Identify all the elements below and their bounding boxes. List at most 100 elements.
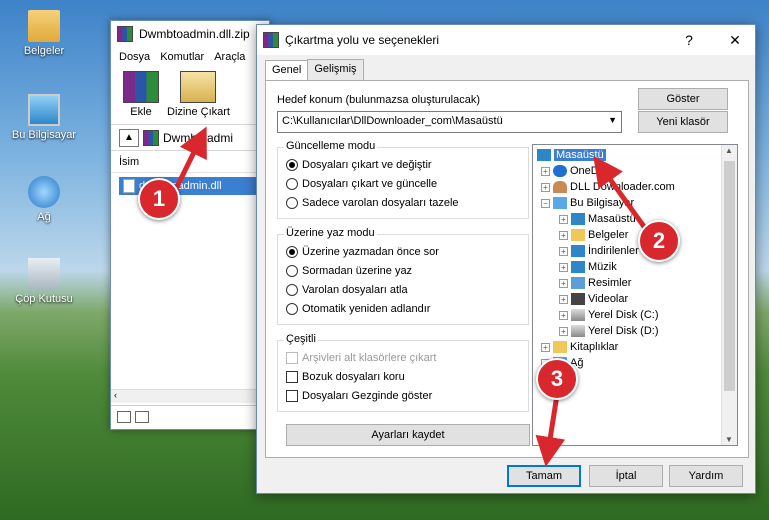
expand-icon[interactable]: + bbox=[559, 214, 568, 224]
tree-item-pictures[interactable]: + Resimler bbox=[559, 275, 631, 291]
tree-item-disk-d[interactable]: + Yerel Disk (D:) bbox=[559, 323, 659, 339]
archive-menu-bar: Dosya Komutlar Araçla bbox=[111, 47, 269, 67]
update-mode-group: Güncelleme modu Dosyaları çıkart ve deği… bbox=[277, 140, 529, 219]
tree-item-label: OneDrive bbox=[570, 165, 617, 177]
horizontal-scrollbar[interactable]: ‹ bbox=[111, 389, 269, 403]
tree-item-libraries[interactable]: + Kitaplıklar bbox=[541, 339, 618, 355]
cloud-icon bbox=[553, 165, 567, 177]
tree-item-disk-c[interactable]: + Yerel Disk (C:) bbox=[559, 307, 659, 323]
radio[interactable] bbox=[286, 264, 298, 277]
chevron-down-icon[interactable]: ▼ bbox=[608, 115, 617, 125]
tree-item-label: Resimler bbox=[588, 277, 632, 289]
tree-scrollbar[interactable]: ▲ ▼ bbox=[721, 145, 737, 445]
close-icon[interactable]: ✕ bbox=[715, 25, 755, 55]
desktop-icon-recycle-bin[interactable]: Çöp Kutusu bbox=[6, 258, 82, 305]
desktop-icon-network[interactable]: Ağ bbox=[6, 176, 82, 223]
expand-icon[interactable]: + bbox=[541, 182, 550, 192]
show-button[interactable]: Göster bbox=[638, 88, 728, 110]
checkbox bbox=[286, 351, 298, 364]
collapse-icon[interactable]: − bbox=[541, 198, 550, 208]
help-title-button[interactable]: ? bbox=[669, 25, 709, 55]
expand-icon[interactable]: + bbox=[559, 326, 568, 336]
expand-icon[interactable]: + bbox=[541, 342, 550, 352]
overwrite-option-ask[interactable]: Üzerine yazmadan önce sor bbox=[278, 242, 528, 261]
tree-item-downloads[interactable]: + İndirilenler bbox=[559, 243, 639, 259]
tree-item-pc-desktop[interactable]: + Masaüstü bbox=[559, 211, 636, 227]
radio[interactable] bbox=[286, 302, 298, 315]
computer-icon bbox=[28, 94, 60, 126]
archive-title-bar: Dwmbtoadmin.dll.zip bbox=[111, 21, 269, 47]
expand-icon[interactable]: + bbox=[559, 310, 568, 320]
tree-item-desktop[interactable]: Masaüstü bbox=[537, 147, 606, 163]
up-folder-button[interactable]: ▲ bbox=[119, 128, 139, 147]
tree-item-this-pc[interactable]: − Bu Bilgisayar bbox=[541, 195, 634, 211]
desktop-icon-computer[interactable]: Bu Bilgisayar bbox=[6, 94, 82, 141]
tree-item-label: DLL Downloader.com bbox=[570, 181, 675, 193]
tree-item-user[interactable]: + DLL Downloader.com bbox=[541, 179, 675, 195]
tree-item-music[interactable]: + Müzik bbox=[559, 259, 617, 275]
step-2-marker: 2 bbox=[638, 220, 680, 262]
expand-icon[interactable]: + bbox=[559, 230, 568, 240]
radio[interactable] bbox=[286, 283, 298, 296]
archive-toolbar: Ekle Dizine Çıkart bbox=[111, 67, 269, 125]
extract-to-button-label: Dizine Çıkart bbox=[167, 106, 230, 118]
target-path-value: C:\Kullanıcılar\DllDownloader_com\Masaüs… bbox=[282, 115, 503, 127]
archive-path-icon bbox=[143, 129, 159, 146]
archive-window: Dwmbtoadmin.dll.zip Dosya Komutlar Araçl… bbox=[110, 20, 270, 430]
misc-title: Çeşitli bbox=[284, 333, 318, 345]
menu-item-file[interactable]: Dosya bbox=[119, 51, 150, 63]
expand-icon[interactable]: + bbox=[541, 166, 550, 176]
scroll-up-icon[interactable]: ▲ bbox=[725, 146, 733, 155]
expand-icon[interactable]: + bbox=[559, 278, 568, 288]
tree-item-documents[interactable]: + Belgeler bbox=[559, 227, 628, 243]
dll-file-icon bbox=[123, 179, 135, 193]
misc-option-show-explorer[interactable]: Dosyaları Gezginde göster bbox=[278, 386, 528, 405]
save-settings-button[interactable]: Ayarları kaydet bbox=[286, 424, 530, 446]
update-option-fresh[interactable]: Sadece varolan dosyaları tazele bbox=[278, 193, 528, 212]
checkbox[interactable] bbox=[286, 389, 298, 402]
update-option-replace[interactable]: Dosyaları çıkart ve değiştir bbox=[278, 155, 528, 174]
option-label: Otomatik yeniden adlandır bbox=[302, 302, 431, 315]
help-button[interactable]: Yardım bbox=[669, 465, 743, 487]
tree-item-label: Bu Bilgisayar bbox=[570, 197, 635, 209]
misc-option-keep-broken[interactable]: Bozuk dosyaları koru bbox=[278, 367, 528, 386]
drive-icon bbox=[571, 325, 585, 337]
drive-icon bbox=[117, 411, 131, 423]
cancel-button[interactable]: İptal bbox=[589, 465, 663, 487]
archive-path[interactable]: Dwmbtoadmi bbox=[163, 131, 233, 145]
scrollbar-thumb[interactable] bbox=[724, 161, 735, 391]
winrar-icon bbox=[117, 26, 133, 42]
folder-tree[interactable]: Masaüstü + OneDrive + DLL Downloader.com… bbox=[532, 144, 738, 446]
ok-button[interactable]: Tamam bbox=[507, 465, 581, 487]
overwrite-option-skip[interactable]: Varolan dosyaları atla bbox=[278, 280, 528, 299]
expand-icon[interactable]: + bbox=[559, 294, 568, 304]
overwrite-option-overwrite[interactable]: Sormadan üzerine yaz bbox=[278, 261, 528, 280]
tab-advanced[interactable]: Gelişmiş bbox=[307, 59, 364, 80]
dialog-title: Çıkartma yolu ve seçenekleri bbox=[285, 33, 440, 47]
option-label: Sadece varolan dosyaları tazele bbox=[302, 196, 459, 209]
column-header-name[interactable]: İsim bbox=[111, 151, 269, 173]
desktop-icon-documents[interactable]: Belgeler bbox=[6, 10, 82, 57]
target-path-combo[interactable]: C:\Kullanıcılar\DllDownloader_com\Masaüs… bbox=[277, 111, 622, 133]
radio[interactable] bbox=[286, 177, 298, 190]
overwrite-option-rename[interactable]: Otomatik yeniden adlandır bbox=[278, 299, 528, 318]
expand-icon[interactable]: + bbox=[559, 262, 568, 272]
radio[interactable] bbox=[286, 196, 298, 209]
scroll-down-icon[interactable]: ▼ bbox=[725, 435, 733, 444]
radio-selected[interactable] bbox=[286, 158, 298, 171]
radio-selected[interactable] bbox=[286, 245, 298, 258]
option-label: Sormadan üzerine yaz bbox=[302, 264, 413, 277]
add-button[interactable]: Ekle bbox=[123, 71, 159, 118]
extract-to-button[interactable]: Dizine Çıkart bbox=[167, 71, 230, 118]
checkbox[interactable] bbox=[286, 370, 298, 383]
tab-general[interactable]: Genel bbox=[265, 60, 309, 81]
desktop-folder-icon bbox=[537, 149, 551, 161]
network-icon bbox=[28, 176, 60, 208]
menu-item-commands[interactable]: Komutlar bbox=[160, 51, 204, 63]
tree-item-videos[interactable]: + Videolar bbox=[559, 291, 628, 307]
expand-icon[interactable]: + bbox=[559, 246, 568, 256]
update-option-update[interactable]: Dosyaları çıkart ve güncelle bbox=[278, 174, 528, 193]
menu-item-tools[interactable]: Araçla bbox=[214, 51, 245, 63]
new-folder-button[interactable]: Yeni klasör bbox=[638, 111, 728, 133]
tree-item-onedrive[interactable]: + OneDrive bbox=[541, 163, 616, 179]
